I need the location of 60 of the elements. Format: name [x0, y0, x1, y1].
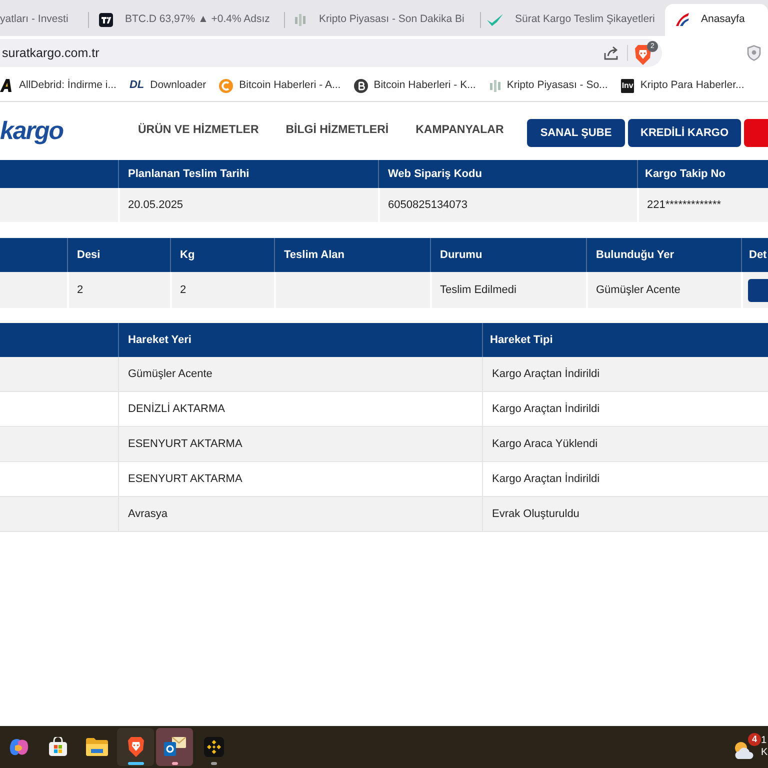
checkmark-logo-icon: [487, 14, 503, 26]
store-bag-icon: [48, 737, 68, 757]
shield-icon[interactable]: [747, 45, 761, 61]
bookmark[interactable]: Bitcoin Haberleri - K...: [354, 78, 476, 94]
bookmark[interactable]: Inv Kripto Para Haberler...: [620, 78, 744, 94]
table-cell: Teslim Edilmedi: [430, 272, 586, 308]
logo-text: DL: [129, 80, 144, 91]
envelope-icon: [164, 737, 186, 757]
table-cell: 2: [67, 272, 170, 308]
table-cell: Evrak Oluşturuldu: [482, 497, 768, 531]
header-button[interactable]: SANAL ŞUBE: [527, 119, 625, 147]
candlestick-icon: [488, 78, 501, 92]
site-logo[interactable]: kargo: [0, 118, 64, 144]
table-cell: DENİZLİ AKTARMA: [118, 392, 482, 426]
coin-logo-icon: [219, 78, 234, 92]
browser-tab[interactable]: Anasayfa: [665, 4, 768, 36]
lion-shield-icon: [634, 45, 652, 65]
a-logo-icon: [0, 79, 13, 92]
browser-tab[interactable]: yatları - Investi: [0, 4, 88, 36]
clock-text: K: [761, 747, 768, 759]
logo-badge: Inv: [620, 78, 634, 92]
bookmark[interactable]: Bitcoin Haberleri - A...: [219, 78, 341, 94]
share-icon[interactable]: [603, 45, 619, 61]
detail-button[interactable]: [748, 278, 768, 302]
table-cell: 6050825134073: [378, 188, 637, 222]
bookmark[interactable]: Kripto Piyasası - So...: [488, 78, 608, 94]
table-cell: Kargo Araca Yüklendi: [482, 427, 768, 461]
table-cell: Kargo Araçtan İndirildi: [482, 392, 768, 426]
table-cell: Avrasya: [118, 497, 482, 531]
nav-link[interactable]: KAMPANYALAR: [416, 122, 504, 140]
notification-badge: 4: [748, 733, 761, 746]
bookmark[interactable]: DL Downloader: [129, 78, 206, 94]
chart-logo-icon: [99, 13, 113, 27]
table-cell: 221*************: [637, 188, 768, 222]
table-cell: ESENYURT AKTARMA: [118, 462, 482, 496]
lion-shield-icon: [126, 737, 144, 757]
weather-button[interactable]: 4: [733, 733, 761, 761]
table-cell: ESENYURT AKTARMA: [118, 427, 482, 461]
bookmark[interactable]: AllDebrid: İndirme i...: [0, 78, 116, 94]
clock-text: 1: [761, 735, 768, 747]
taskbar-app-button[interactable]: [156, 728, 193, 766]
table-cell: Gümüşler Acente: [586, 272, 741, 308]
taskbar-app-button[interactable]: [117, 728, 154, 766]
table-cell: Kargo Araçtan İndirildi: [482, 357, 768, 391]
table-cell: 20.05.2025: [118, 188, 378, 222]
coin-icon: [354, 78, 368, 92]
diamond-logo-icon: [204, 737, 224, 757]
folder-icon: [86, 738, 108, 756]
browser-tab[interactable]: BTC.D 63,97% ▲ +0.4% Adsız: [89, 4, 284, 36]
nav-link[interactable]: ÜRÜN VE HİZMETLER: [138, 122, 259, 140]
nav-link[interactable]: BİLGİ HİZMETLERİ: [286, 122, 389, 140]
table-cell: 2: [170, 272, 274, 308]
swirl-logo-icon: [8, 737, 28, 757]
browser-tab[interactable]: Kripto Piyasası - Son Dakika Bi: [285, 4, 480, 36]
candlestick-icon: [293, 13, 307, 27]
table-cell: Kargo Araçtan İndirildi: [482, 462, 768, 496]
browser-tab[interactable]: Sürat Kargo Teslim Şikayetleri: [481, 4, 665, 36]
table-cell: Gümüşler Acente: [118, 357, 482, 391]
swoosh-logo-icon: [675, 13, 689, 27]
header-button[interactable]: KREDİLİ KARGO: [628, 119, 741, 147]
